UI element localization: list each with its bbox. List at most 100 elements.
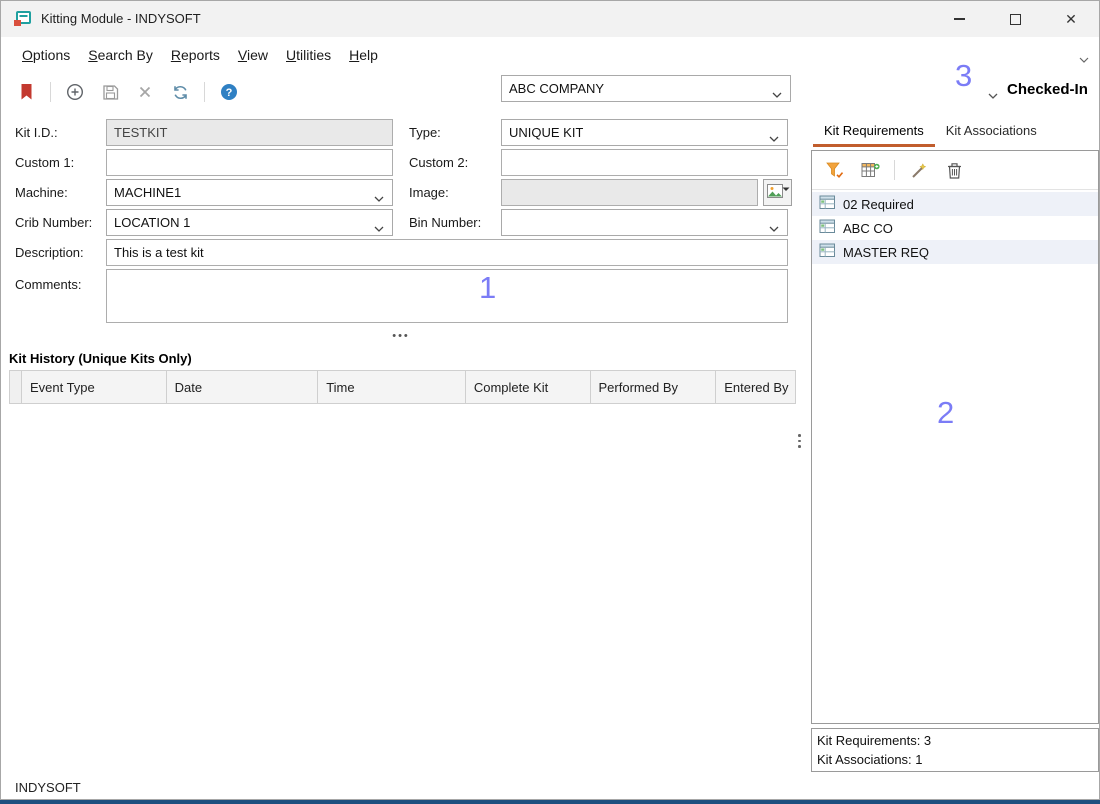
list-item[interactable]: MASTER REQ — [812, 240, 1098, 264]
tab-label: Kit Associations — [946, 123, 1037, 138]
tab-label: Kit Requirements — [824, 123, 924, 138]
main-toolbar: ? ABC COMPANY Checked-In — [1, 73, 1099, 111]
app-window: Kitting Module - INDYSOFT ✕ Options Sear… — [0, 0, 1100, 800]
kit-history-header-row: Event Type Date Time Complete Kit Perfor… — [9, 370, 796, 404]
list-item[interactable]: ABC CO — [812, 216, 1098, 240]
requirements-summary: Kit Requirements: 3 Kit Associations: 1 — [811, 728, 1099, 772]
trash-icon[interactable] — [943, 158, 965, 182]
toolbar-separator — [894, 160, 895, 180]
checkin-dropdown-icon[interactable] — [988, 87, 998, 102]
menu-view[interactable]: View — [229, 40, 277, 70]
refresh-icon[interactable] — [169, 80, 191, 104]
close-icon: ✕ — [1065, 12, 1077, 26]
image-field[interactable] — [501, 179, 758, 206]
right-panel-tabs: Kit Requirements Kit Associations — [813, 117, 1048, 147]
maximize-button[interactable] — [987, 1, 1043, 37]
app-icon — [13, 10, 31, 28]
custom1-label: Custom 1: — [15, 155, 74, 170]
kit-requirements-count: Kit Requirements: 3 — [817, 731, 1093, 750]
column-header-performed-by[interactable]: Performed By — [591, 371, 717, 403]
column-header-complete-kit[interactable]: Complete Kit — [466, 371, 591, 403]
kit-id-label: Kit I.D.: — [15, 125, 58, 140]
requirements-list: 02 Required ABC CO MASTER REQ — [812, 190, 1098, 264]
checkin-status: Checked-In — [1007, 81, 1088, 98]
menu-bar: Options Search By Reports View Utilities… — [1, 39, 1099, 71]
vertical-splitter-handle[interactable] — [798, 434, 801, 448]
chevron-down-icon — [772, 86, 782, 101]
save-icon[interactable] — [99, 80, 121, 104]
column-header-time[interactable]: Time — [318, 371, 466, 403]
menu-overflow-chevron-icon[interactable] — [1079, 51, 1089, 66]
column-header-event-type[interactable]: Event Type — [22, 371, 167, 403]
company-dropdown-value: ABC COMPANY — [509, 81, 604, 96]
chevron-down-icon — [374, 190, 384, 205]
image-label: Image: — [409, 185, 449, 200]
tab-kit-requirements[interactable]: Kit Requirements — [813, 117, 935, 147]
titlebar: Kitting Module - INDYSOFT ✕ — [1, 1, 1099, 37]
column-header-entered-by[interactable]: Entered By — [716, 371, 795, 403]
list-item-label: 02 Required — [843, 197, 914, 212]
type-label: Type: — [409, 125, 441, 140]
machine-dropdown[interactable]: MACHINE1 — [106, 179, 393, 206]
help-icon[interactable]: ? — [218, 80, 240, 104]
company-dropdown[interactable]: ABC COMPANY — [501, 75, 791, 102]
crib-number-label: Crib Number: — [15, 215, 92, 230]
maximize-icon — [1010, 14, 1021, 25]
menu-reports[interactable]: Reports — [162, 40, 229, 70]
custom1-field[interactable] — [106, 149, 393, 176]
description-label: Description: — [15, 245, 84, 260]
custom2-field[interactable] — [501, 149, 788, 176]
chevron-down-icon — [374, 220, 384, 235]
toolbar-separator — [50, 82, 51, 102]
toolbar-separator — [204, 82, 205, 102]
menu-help[interactable]: Help — [340, 40, 387, 70]
kit-history-table: Event Type Date Time Complete Kit Perfor… — [9, 370, 796, 404]
picture-icon — [767, 184, 783, 201]
row-selector-column — [10, 371, 22, 403]
window-controls: ✕ — [931, 1, 1099, 37]
close-button[interactable]: ✕ — [1043, 1, 1099, 37]
type-dropdown[interactable]: UNIQUE KIT — [501, 119, 788, 146]
list-item-label: ABC CO — [843, 221, 893, 236]
horizontal-splitter-handle[interactable]: ••• — [387, 330, 415, 342]
chevron-down-icon — [782, 180, 790, 195]
machine-label: Machine: — [15, 185, 68, 200]
bin-number-dropdown[interactable] — [501, 209, 788, 236]
add-icon[interactable] — [64, 80, 86, 104]
description-field[interactable] — [106, 239, 788, 266]
menu-options[interactable]: Options — [13, 40, 79, 70]
menu-utilities[interactable]: Utilities — [277, 40, 340, 70]
filter-funnel-icon[interactable] — [824, 158, 846, 182]
kit-id-field[interactable] — [106, 119, 393, 146]
bottom-edge-strip — [0, 800, 1100, 804]
bookmark-icon[interactable] — [15, 80, 37, 104]
custom2-label: Custom 2: — [409, 155, 468, 170]
comments-label: Comments: — [15, 277, 81, 292]
form-grid-icon — [819, 195, 836, 213]
form-grid-icon — [819, 243, 836, 261]
minimize-icon — [954, 18, 965, 19]
grid-add-icon[interactable] — [859, 158, 881, 182]
menu-search-by[interactable]: Search By — [79, 40, 162, 70]
window-title: Kitting Module - INDYSOFT — [41, 1, 201, 37]
list-item-label: MASTER REQ — [843, 245, 929, 260]
minimize-button[interactable] — [931, 1, 987, 37]
machine-dropdown-value: MACHINE1 — [114, 185, 181, 200]
kit-associations-count: Kit Associations: 1 — [817, 750, 1093, 769]
wand-icon[interactable] — [908, 158, 930, 182]
crib-number-dropdown-value: LOCATION 1 — [114, 215, 190, 230]
image-browse-button[interactable] — [763, 179, 792, 206]
requirements-toolbar — [812, 151, 1098, 190]
tab-kit-associations[interactable]: Kit Associations — [935, 117, 1048, 147]
list-item[interactable]: 02 Required — [812, 192, 1098, 216]
chevron-down-icon — [769, 220, 779, 235]
chevron-down-icon — [769, 130, 779, 145]
column-header-date[interactable]: Date — [167, 371, 319, 403]
status-bar-text: INDYSOFT — [15, 780, 81, 795]
form-grid-icon — [819, 219, 836, 237]
crib-number-dropdown[interactable]: LOCATION 1 — [106, 209, 393, 236]
svg-text:?: ? — [226, 87, 233, 99]
bin-number-label: Bin Number: — [409, 215, 481, 230]
comments-field[interactable] — [106, 269, 788, 323]
delete-icon[interactable] — [134, 80, 156, 104]
